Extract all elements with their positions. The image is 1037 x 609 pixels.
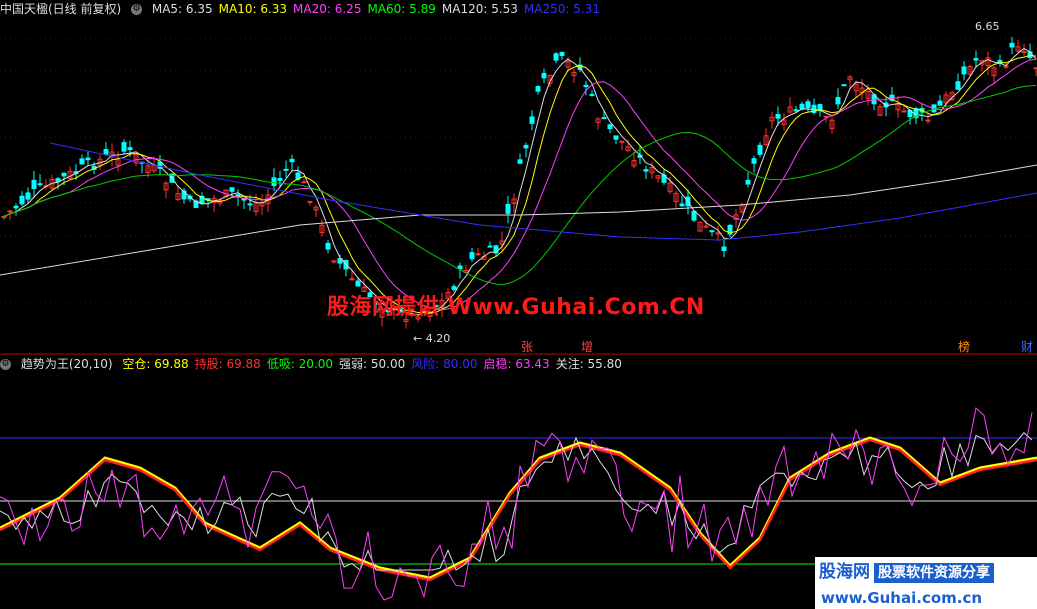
ma-legend-5: MA250: 5.31 — [523, 2, 600, 16]
candle-body — [559, 51, 565, 57]
candle-body — [553, 53, 559, 61]
ma250-line — [49, 142, 1037, 241]
candle-body — [61, 172, 67, 177]
candle-body — [757, 144, 763, 155]
candle-body — [505, 203, 511, 214]
indicator-legend-6: 关注: 55.80 — [555, 357, 622, 371]
indicator-title: 趋势为王(20,10) — [20, 357, 113, 371]
candle-body — [955, 81, 961, 90]
candle-body — [793, 109, 799, 112]
candle-body — [601, 117, 607, 120]
candle-body — [229, 187, 235, 192]
indicator-legend-2: 低吸: 20.00 — [266, 357, 334, 371]
candle-body — [961, 66, 967, 75]
event-marker-cai[interactable]: 财 — [1020, 340, 1034, 354]
indicator-legend-5: 启稳: 63.43 — [483, 357, 550, 371]
candle-body — [127, 147, 133, 151]
candle-body — [307, 200, 313, 203]
ma-legend-3: MA60: 5.89 — [367, 2, 436, 16]
event-marker-zhang[interactable]: 张 — [520, 340, 534, 354]
badge-url: www.Guhai.com.cn — [821, 589, 983, 607]
candle-body — [289, 158, 295, 163]
sub-header: ⚙ 趋势为王(20,10) 空仓: 69.88 持股: 69.88 低吸: 20.0… — [0, 355, 634, 373]
candle-body — [841, 84, 847, 87]
candle-body — [1009, 42, 1015, 48]
candle-body — [121, 142, 127, 152]
candle-body — [691, 210, 697, 221]
candle-body — [475, 253, 481, 256]
candle-body — [325, 242, 331, 250]
candle-body — [85, 157, 91, 161]
guhai-badge: 股海网 股票软件资源分享 www.Guhai.com.cn — [815, 557, 1037, 609]
candle-body — [247, 203, 253, 206]
ma-legend-0: MA5: 6.35 — [151, 2, 213, 16]
candle-body — [679, 203, 685, 207]
ma120-line — [0, 164, 1037, 276]
candle-body — [301, 181, 307, 184]
candle-body — [469, 252, 475, 260]
candle-body — [271, 177, 277, 186]
candle-body — [103, 149, 109, 155]
candle-body — [973, 58, 979, 61]
candle-body — [745, 179, 751, 185]
candle-body — [709, 230, 715, 233]
event-marker-zeng[interactable]: 增 — [580, 340, 594, 354]
event-marker-bang[interactable]: 榜 — [957, 340, 971, 354]
ma-legend-1: MA10: 6.33 — [218, 2, 288, 16]
candle-body — [13, 205, 19, 209]
badge-brand: 股海网 — [819, 562, 870, 582]
candle-body — [31, 179, 37, 189]
ma10-line — [3, 54, 1037, 314]
candle-body — [529, 116, 535, 124]
candle-body — [775, 114, 781, 119]
candle-body — [589, 93, 595, 96]
candle-body — [517, 159, 523, 164]
indicator-settings-icon[interactable]: ⚙ — [0, 359, 11, 370]
candle-body — [37, 183, 43, 186]
indicator-legend-4: 风险: 80.00 — [411, 357, 478, 371]
candle-body — [19, 195, 25, 205]
candle-body — [487, 245, 493, 248]
candle-body — [721, 246, 727, 251]
candle-body — [619, 140, 625, 143]
watermark: 股海网提供 Www.Guhai.Com.CN — [327, 295, 705, 320]
high-price-label: 6.65 — [975, 20, 1000, 33]
ma20-line — [3, 58, 1037, 311]
badge-slogan: 股票软件资源分享 — [874, 563, 994, 583]
candle-body — [799, 103, 805, 110]
candle-body — [937, 100, 943, 106]
main-header: 中国天楹(日线 前复权) ⚙ MA5: 6.35 MA10: 6.33 MA20: … — [0, 0, 612, 18]
candle-body — [607, 124, 613, 130]
candle-body — [1021, 51, 1027, 54]
candle-body — [835, 96, 841, 105]
candle-body — [535, 86, 541, 92]
ma-legend-4: MA120: 5.53 — [441, 2, 518, 16]
candle-body — [349, 278, 355, 281]
indicator-legend-1: 持股: 69.88 — [194, 357, 261, 371]
candle-body — [7, 210, 13, 213]
candle-body — [901, 110, 907, 113]
candle-body — [613, 135, 619, 140]
candle-body — [355, 280, 361, 287]
ma5-line — [3, 47, 1037, 316]
candle-body — [805, 101, 811, 109]
candle-body — [751, 158, 757, 164]
chart-title: 中国天楹(日线 前复权) — [0, 2, 122, 16]
candle-body — [283, 168, 289, 171]
candle-body — [541, 72, 547, 79]
ma-legend-2: MA20: 6.25 — [293, 2, 362, 16]
settings-icon[interactable]: ⚙ — [131, 4, 143, 15]
low-price-label: ← 4.20 — [413, 332, 450, 345]
candle-body — [583, 84, 589, 88]
candle-body — [925, 119, 931, 122]
indicator-legend-3: 强弱: 50.00 — [339, 357, 406, 371]
indicator-legend-0: 空仓: 69.88 — [122, 357, 189, 371]
candle-body — [79, 158, 85, 165]
candle-body — [523, 144, 529, 149]
candle-body — [643, 169, 649, 172]
candle-body — [25, 192, 31, 200]
candle-body — [277, 178, 283, 181]
